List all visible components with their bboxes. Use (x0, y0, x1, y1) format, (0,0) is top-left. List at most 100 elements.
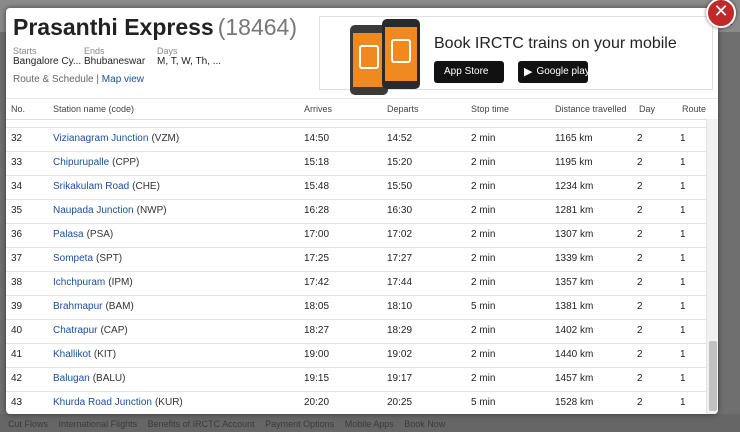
distance: 1440 km (555, 349, 594, 360)
page-backdrop-footer: Cut Flows International Flights Benefits… (0, 414, 740, 432)
footer-link[interactable]: Benefits of IRCTC Account (148, 419, 255, 429)
station-cell: Brahmapur (BAM) (53, 301, 134, 312)
day-value: 2 (637, 133, 643, 144)
station-name-link[interactable]: Sompeta (53, 253, 93, 264)
distance: 1357 km (555, 277, 594, 288)
station-name-link[interactable]: Vizianagram Junction (53, 133, 148, 144)
arrival-time: 19:15 (304, 373, 330, 384)
station-code: (VZM) (151, 133, 180, 144)
station-cell: Khallikot (KIT) (53, 349, 116, 360)
departure-time: 18:10 (387, 301, 413, 312)
table-scrollbar[interactable] (706, 119, 718, 414)
meta-ends: Ends Bhubaneswar (84, 46, 145, 67)
arrival-time: 10:10 (304, 119, 329, 120)
arrival-time: 20:20 (304, 397, 330, 408)
distance: 1165 km (555, 133, 593, 144)
departure-time: 10:10 (387, 119, 412, 120)
station-code: (BAM) (105, 301, 134, 312)
footer-link[interactable]: Cut Flows (8, 419, 48, 429)
station-name-link[interactable]: Srikakulam Road (53, 181, 129, 192)
route-value: 1 (680, 277, 686, 288)
route-value: 1 (680, 157, 686, 168)
station-name-link[interactable]: Khallikot (53, 349, 91, 360)
stop-time: 2 min (471, 253, 496, 264)
footer-link[interactable]: Payment Options (265, 419, 334, 429)
starts-label: Starts (13, 46, 37, 56)
station-code: (IPM) (108, 277, 133, 288)
app-store-badge[interactable]: App Store (434, 61, 504, 83)
row-number: 42 (11, 373, 23, 384)
table-header: No. Station name (code) Arrives Departs … (6, 98, 718, 120)
row-number: 37 (11, 253, 23, 264)
distance: 1234 km (555, 181, 594, 192)
table-row: 39 18:05 18:10 5 min 1381 km 2 1 Brahmapur (BAM) (6, 295, 706, 320)
distance: 1381 km (555, 301, 594, 312)
col-stop-time: Stop time (471, 104, 510, 114)
departure-time: 15:20 (387, 157, 413, 168)
stop-time: 5 min (471, 301, 496, 312)
footer-link[interactable]: Mobile Apps (345, 419, 394, 429)
stop-time: 20 min (471, 119, 501, 120)
station-name-link[interactable]: Ichchpuram (53, 277, 105, 288)
station-name-link[interactable]: Balugan (53, 373, 90, 384)
station-code: (PSA) (86, 229, 114, 240)
station-name-link[interactable]: Palasa (53, 229, 84, 240)
distance: 1402 km (555, 325, 594, 336)
phone-graphic-front (382, 19, 420, 89)
arrival-time: 15:18 (304, 157, 330, 168)
station-code: (CHE) (132, 181, 160, 192)
station-cell: Sompeta (SPT) (53, 253, 122, 264)
route-value: 1 (680, 373, 686, 384)
stop-time: 2 min (471, 157, 496, 168)
station-cell: Khurda Road Junction (KUR) (53, 397, 183, 408)
station-cell: Chipurupalle (CPP) (53, 157, 139, 168)
train-icon (359, 45, 379, 70)
col-distance: Distance travelled (555, 104, 627, 114)
map-view-link[interactable]: Map view (102, 74, 144, 85)
station-name-link[interactable]: Chatrapur (53, 325, 97, 336)
table-row: 40 18:27 18:29 2 min 1402 km 2 1 Chatrapur (CAP) (6, 319, 706, 344)
route-schedule-tab[interactable]: Route & Schedule (13, 74, 94, 85)
col-departs: Departs (387, 104, 419, 114)
footer-link[interactable]: Book Now (404, 419, 445, 429)
route-value: 1 (680, 253, 686, 264)
day-value: 2 (637, 397, 643, 408)
table-row: 36 17:00 17:02 2 min 1307 km 2 1 Palasa (PSA) (6, 223, 706, 248)
row-number: 36 (11, 229, 23, 240)
route-value: 1 (680, 349, 686, 360)
station-code: (CPP) (112, 157, 140, 168)
row-number: 39 (11, 301, 23, 312)
table-row: 37 17:25 17:27 2 min 1339 km 2 1 Sompeta (SPT) (6, 247, 706, 272)
route-value: 1 (680, 119, 686, 120)
day-value: 2 (637, 181, 643, 192)
irctc-app-banner[interactable]: Book IRCTC trains on your mobile App Sto… (319, 16, 713, 95)
google-play-badge[interactable]: ▶ Google play (518, 61, 590, 83)
stop-time: 2 min (471, 325, 496, 336)
train-name: Prasanthi Express (13, 14, 214, 40)
station-cell: Visakhapatnam(VSKP) (53, 119, 158, 120)
route-value: 1 (680, 301, 686, 312)
station-name-link[interactable]: Khurda Road Junction (53, 397, 152, 408)
departure-time: 18:29 (387, 325, 413, 336)
day-value: 2 (637, 325, 643, 336)
scrollbar-thumb[interactable] (709, 341, 717, 411)
station-name-link[interactable]: Visakhapatnam (53, 119, 122, 120)
station-name-link[interactable]: Chipurupalle (53, 157, 109, 168)
days-label: Days (157, 46, 178, 56)
table-row: 34 15:48 15:50 2 min 1234 km 2 1 Srikakulam Roa… (6, 175, 706, 200)
route-value: 1 (680, 181, 686, 192)
station-name-link[interactable]: Brahmapur (53, 301, 102, 312)
table-row: 35 16:28 16:30 2 min 1281 km 2 1 Naupada Juncti… (6, 199, 706, 224)
stop-time: 2 min (471, 373, 496, 384)
route-value: 1 (680, 229, 686, 240)
table-body[interactable]: 31 10:10 10:10 20 min 1110 km 2 1 Visakhapatnam… (6, 119, 706, 414)
row-number: 33 (11, 157, 23, 168)
station-name-link[interactable]: Naupada Junction (53, 205, 134, 216)
footer-link[interactable]: International Flights (59, 419, 138, 429)
station-code: (KUR) (154, 397, 183, 408)
table-row: 33 15:18 15:20 2 min 1195 km 2 1 Chipurupalle (C… (6, 151, 706, 176)
arrival-time: 16:28 (304, 205, 330, 216)
stop-time: 2 min (471, 277, 496, 288)
row-number: 43 (11, 397, 23, 408)
row-number: 35 (11, 205, 23, 216)
